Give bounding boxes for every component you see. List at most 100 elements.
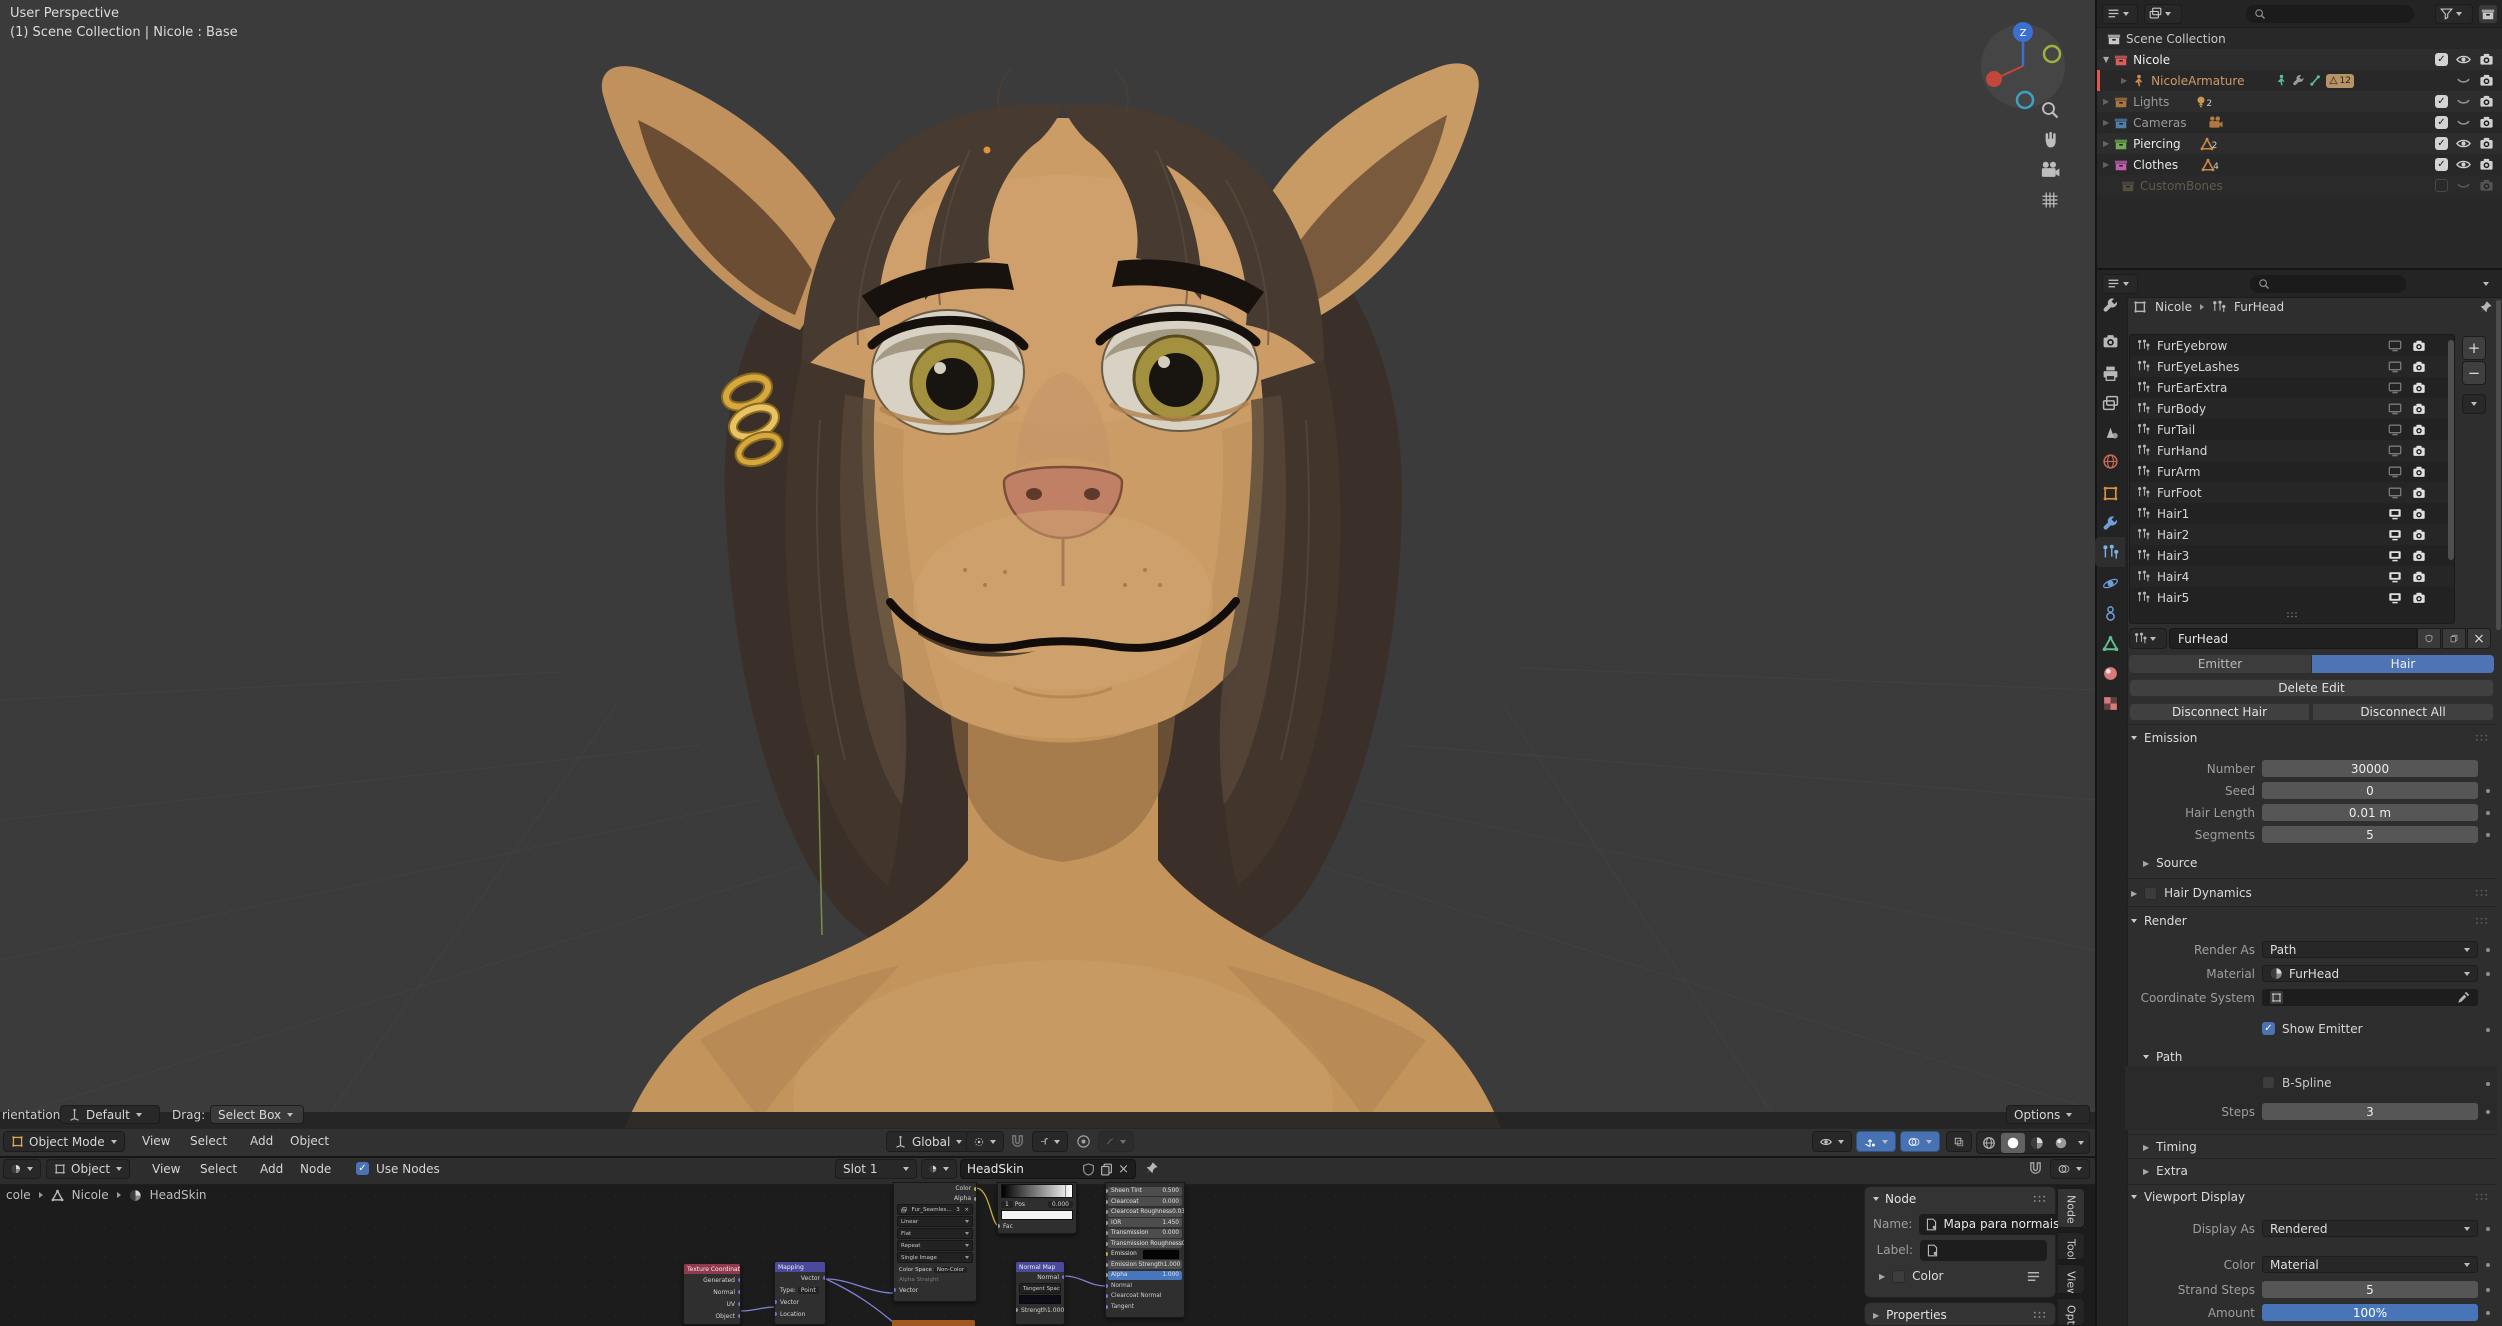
render-as-dropdown[interactable]: Path (2262, 941, 2478, 958)
ramp-color-swatch[interactable] (1001, 1210, 1073, 1220)
viewport-display-panel-header[interactable]: Viewport Display (2131, 1190, 2245, 1204)
principled-row[interactable]: Transmission Roughness 0.000 (1106, 1239, 1184, 1248)
node-label-input[interactable] (1920, 1239, 2047, 1261)
projection-dropdown[interactable]: Flat (897, 1228, 973, 1239)
render-camera-icon[interactable] (2479, 157, 2494, 172)
delete-edit-button[interactable]: Delete Edit (2129, 679, 2494, 697)
tab-material[interactable] (2095, 658, 2125, 688)
shader-overlay-dropdown[interactable] (2050, 1159, 2090, 1179)
list-scrollbar[interactable] (2448, 340, 2454, 560)
outliner-row-custombones[interactable]: CustomBones (2097, 175, 2502, 196)
display-mode-dropdown[interactable] (2144, 3, 2182, 24)
unlink-material-icon[interactable]: × (1118, 1162, 1129, 1177)
properties-pin-icon[interactable] (2478, 300, 2493, 315)
normal-color-swatch[interactable] (1019, 1295, 1061, 1304)
render-toggle-icon[interactable] (2412, 402, 2426, 416)
particle-system-row[interactable]: FurArm (2130, 461, 2454, 482)
segments-field[interactable]: 5 (2262, 826, 2478, 843)
breadcrumb-object[interactable]: Nicole (2155, 300, 2192, 314)
render-toggle-icon[interactable] (2412, 465, 2426, 479)
exclude-checkbox[interactable]: ✓ (2435, 53, 2448, 66)
render-camera-icon[interactable] (2479, 115, 2494, 130)
emission-color-swatch[interactable] (1143, 1249, 1179, 1259)
render-toggle-icon[interactable] (2412, 339, 2426, 353)
hide-eye-icon[interactable] (2456, 157, 2471, 172)
render-toggle-icon[interactable] (2412, 570, 2426, 584)
copy-material-icon[interactable] (1100, 1163, 1113, 1176)
particle-system-row[interactable]: FurEyebrow (2130, 335, 2454, 356)
emission-drag-grip[interactable] (2474, 733, 2489, 743)
eyedropper-icon[interactable] (2457, 991, 2470, 1004)
node-color-ramp[interactable]: 1 Pos 0.000 Fac (997, 1182, 1077, 1234)
use-nodes-checkbox[interactable]: ✓ (356, 1162, 369, 1175)
principled-row[interactable]: Tangent (1106, 1302, 1182, 1311)
particle-system-row[interactable]: FurEarExtra (2130, 377, 2454, 398)
shading-wireframe-button[interactable] (1977, 1133, 2001, 1153)
source-subpanel-header[interactable]: ▶ Source (2143, 856, 2197, 870)
shader-menu-select[interactable]: Select (200, 1162, 237, 1176)
show-gizmo-dropdown[interactable] (1812, 1131, 1852, 1152)
color-expander[interactable]: ▶ (1879, 1272, 1885, 1281)
hair-dynamics-checkbox[interactable] (2144, 886, 2158, 900)
disconnect-all-button[interactable]: Disconnect All (2312, 703, 2494, 721)
particle-system-row[interactable]: Hair1 (2130, 503, 2454, 524)
render-toggle-icon[interactable] (2412, 507, 2426, 521)
tab-tool[interactable] (2095, 290, 2125, 320)
menu-add[interactable]: Add (250, 1134, 273, 1148)
particle-systems-list[interactable]: FurEyebrow FurEyeLashes FurEarExtra FurB… (2129, 334, 2455, 624)
expander-icon[interactable]: ▶ (2103, 139, 2109, 148)
fake-user-shield-icon[interactable] (1082, 1163, 1095, 1176)
type-value[interactable]: Point (797, 1286, 819, 1294)
properties-filter-chevron[interactable] (2483, 281, 2489, 286)
editor-type-dropdown[interactable] (2102, 3, 2138, 24)
hair-dynamics-panel-header[interactable]: ▶ Hair Dynamics (2131, 886, 2252, 900)
steps-field[interactable]: 3 (2262, 1103, 2478, 1120)
image-unlink-icon[interactable]: × (964, 1207, 969, 1213)
space-dropdown[interactable]: Tangent Space (1019, 1283, 1061, 1294)
display-toggle-icon[interactable] (2388, 465, 2402, 479)
breadcrumb-particle[interactable]: FurHead (2234, 300, 2284, 314)
options-dropdown[interactable]: Options (2006, 1105, 2090, 1124)
render-camera-icon[interactable] (2479, 136, 2494, 151)
number-field[interactable]: 30000 (2262, 760, 2478, 777)
display-toggle-icon[interactable] (2388, 591, 2402, 605)
viewport-move-tool[interactable] (2040, 130, 2060, 150)
outliner-row-nicolearmature[interactable]: ▶ NicoleArmature 12 (2097, 70, 2502, 91)
shader-mode-dropdown[interactable]: Object (46, 1159, 131, 1179)
material-dropdown[interactable]: FurHead (2262, 965, 2478, 982)
node-image-texture[interactable]: Color Alpha Fur_Seamles... 3 × Linear Fl… (893, 1182, 977, 1302)
outliner-row-nicole[interactable]: ▼ Nicole ✓ (2097, 49, 2502, 70)
xray-toggle[interactable] (1946, 1131, 1972, 1152)
particle-system-row[interactable]: Hair2 (2130, 524, 2454, 545)
principled-row[interactable]: Transmission 0.000 (1106, 1228, 1182, 1238)
expander-icon[interactable]: ▶ (2121, 76, 2127, 85)
drag-mode-dropdown[interactable]: Select Box (210, 1105, 304, 1124)
particle-system-row[interactable]: FurEyeLashes (2130, 356, 2454, 377)
render-drag-grip[interactable] (2474, 916, 2489, 926)
snap-magnet-icon[interactable] (1010, 1134, 1025, 1149)
render-camera-icon[interactable] (2479, 73, 2494, 88)
tab-object-data[interactable] (2095, 628, 2125, 658)
menu-view[interactable]: View (142, 1134, 170, 1148)
principled-row[interactable]: Sheen Tint 0.500 (1106, 1186, 1182, 1196)
principled-row[interactable]: Clearcoat Normal (1106, 1292, 1182, 1301)
particle-id-dropdown[interactable] (2129, 628, 2167, 649)
particle-system-row[interactable]: Hair5 (2130, 587, 2454, 608)
gizmos-toggle[interactable] (1856, 1131, 1896, 1152)
render-toggle-icon[interactable] (2412, 486, 2426, 500)
render-toggle-icon[interactable] (2412, 549, 2426, 563)
viewport-zoom-tool[interactable] (2040, 100, 2060, 120)
shader-menu-add[interactable]: Add (260, 1162, 283, 1176)
hide-eye-closed-icon[interactable] (2456, 94, 2471, 109)
particle-system-row[interactable]: Hair4 (2130, 566, 2454, 587)
expander-icon[interactable]: ▶ (2103, 97, 2109, 106)
render-camera-icon[interactable] (2479, 94, 2494, 109)
presets-list-icon[interactable] (2026, 1269, 2041, 1284)
extension-dropdown[interactable]: Repeat (897, 1240, 973, 1251)
tab-constraints[interactable] (2095, 598, 2125, 628)
render-panel-header[interactable]: Render (2131, 914, 2187, 928)
tab-physics[interactable] (2095, 568, 2125, 598)
tab-world[interactable] (2095, 446, 2125, 476)
properties-scrollbar[interactable] (2496, 300, 2501, 630)
outliner-row-piercing[interactable]: ▶ Piercing 2 ✓ (2097, 133, 2502, 154)
